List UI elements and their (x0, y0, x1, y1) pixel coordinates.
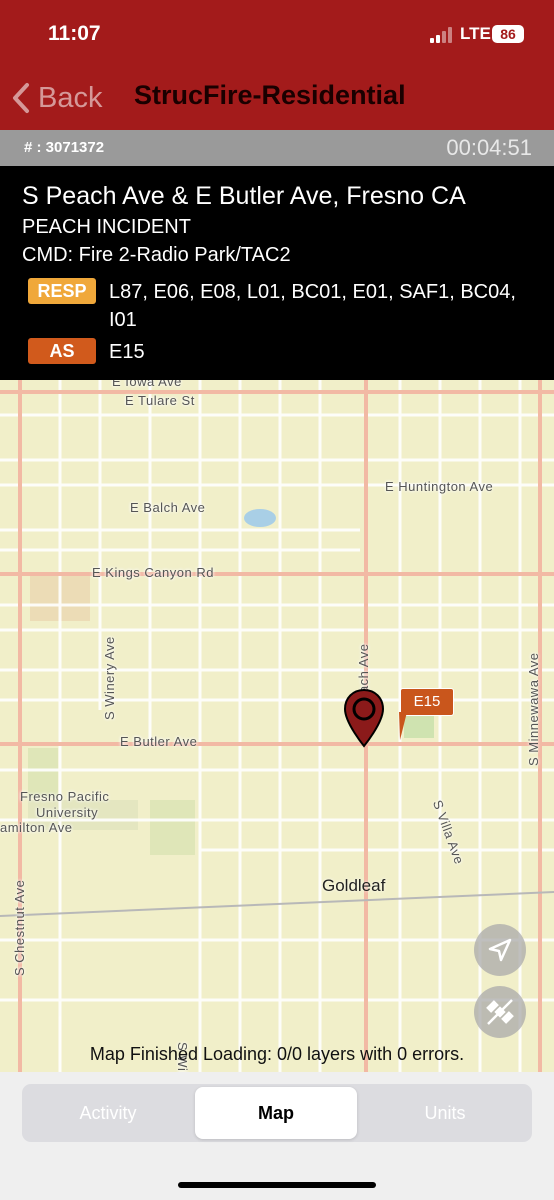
satellite-icon (486, 999, 514, 1025)
map-label-goldleaf: Goldleaf (322, 876, 386, 895)
map-label-butler: E Butler Ave (120, 734, 198, 749)
battery-icon: 86 (492, 25, 524, 43)
map-label-hamilton: amilton Ave (0, 820, 73, 835)
elapsed-timer: 00:04:51 (446, 135, 532, 160)
chevron-left-icon (13, 83, 29, 113)
map-label-minnewawa: S Minnewawa Ave (526, 652, 541, 767)
map-label-winery: S Winery Ave (102, 636, 117, 720)
incident-name: PEACH INCIDENT (22, 216, 191, 238)
map-status-text: Map Finished Loading: 0/0 layers with 0 … (89, 1044, 465, 1064)
page-title: StrucFire-Residential (134, 80, 406, 110)
map-label-chestnut: S Chestnut Ave (12, 879, 27, 976)
unit-marker-pointer (399, 712, 407, 740)
map-label-kings-canyon: E Kings Canyon Rd (92, 565, 214, 580)
map-label-balch: E Balch Ave (130, 500, 206, 515)
map-label-fresno-pacific: Fresno Pacific (20, 789, 110, 804)
map-label-iowa: E Iowa Ave (112, 380, 182, 389)
satellite-toggle-button[interactable] (474, 986, 526, 1038)
view-switcher: Activity Map Units (22, 1084, 532, 1142)
bottom-bar: Activity Map Units (0, 1072, 554, 1200)
tab-map[interactable]: Map (195, 1087, 357, 1139)
incident-id-bar: # : 3071372 00:04:51 (0, 130, 554, 166)
nav-bar: Back StrucFire-Residential (0, 66, 554, 130)
as-badge: AS (28, 338, 96, 364)
back-label: Back (38, 81, 103, 114)
as-units: E15 (109, 341, 145, 363)
incident-address: S Peach Ave & E Butler Ave, Fresno CA (22, 182, 466, 210)
network-type: LTE (460, 24, 491, 43)
status-bar: 11:07 LTE 86 (0, 0, 554, 66)
cell-signal-icon (430, 27, 454, 43)
tab-activity[interactable]: Activity (26, 1087, 190, 1139)
resp-units: L87, E06, E08, L01, BC01, E01, SAF1, BC0… (109, 281, 516, 331)
unit-marker-e15[interactable]: E15 (400, 688, 454, 716)
incident-command: CMD: Fire 2-Radio Park/TAC2 (22, 244, 291, 266)
incident-info: S Peach Ave & E Butler Ave, Fresno CA PE… (0, 166, 554, 380)
map-pin-icon[interactable] (342, 688, 386, 750)
locate-button[interactable] (474, 924, 526, 976)
map-label-university: University (36, 805, 99, 820)
home-indicator (178, 1182, 376, 1188)
back-button[interactable]: Back (12, 78, 102, 118)
tab-units[interactable]: Units (362, 1087, 528, 1139)
incident-number: # : 3071372 (24, 139, 105, 156)
location-arrow-icon (488, 938, 512, 962)
map-label-tulare: E Tulare St (125, 393, 195, 408)
resp-badge: RESP (28, 278, 96, 304)
map-label-huntington: E Huntington Ave (385, 479, 494, 494)
map-view[interactable]: E Iowa Ave E Tulare St E Huntington Ave … (0, 380, 554, 1072)
clock: 11:07 (48, 22, 101, 45)
